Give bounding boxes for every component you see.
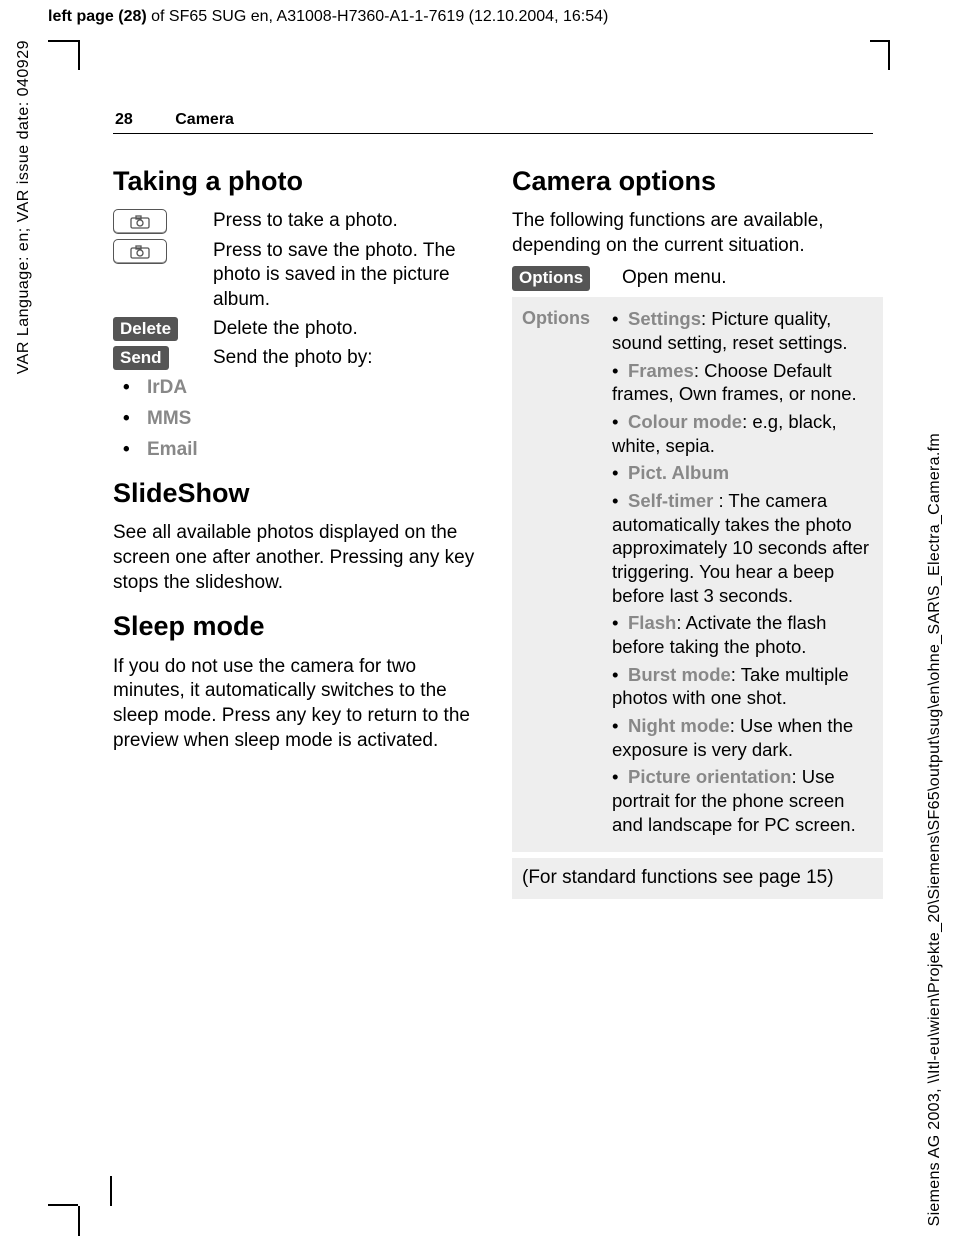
doc-header-bold: left page (28): [48, 8, 147, 25]
page-number: 28: [115, 111, 133, 128]
left-column: Taking a photo Press to take a photo. Pr…: [113, 150, 484, 899]
list-item: Settings: Picture quality, sound setting…: [612, 307, 873, 354]
list-item: Night mode: Use when the exposure is ver…: [612, 714, 873, 761]
crop-mark: [48, 40, 78, 42]
para-options-intro: The following functions are available, d…: [512, 209, 883, 258]
options-list: Settings: Picture quality, sound setting…: [612, 307, 873, 840]
list-item: Self-timer : The camera automatically ta…: [612, 489, 873, 607]
crop-mark: [78, 1206, 80, 1236]
desc-open-menu: Open menu.: [622, 266, 883, 291]
list-item: Colour mode: e.g, black, white, sepia.: [612, 410, 873, 457]
desc-send: Send the photo by:: [213, 346, 484, 371]
softkey-options: Options: [512, 266, 622, 291]
row-send: Send Send the photo by:: [113, 346, 484, 371]
desc-save: Press to save the photo. The photo is sa…: [213, 239, 484, 313]
right-column: Camera options The following functions a…: [512, 150, 883, 899]
crop-mark: [870, 40, 890, 42]
row-open-menu: Options Open menu.: [512, 266, 883, 291]
list-item: MMS: [113, 407, 484, 432]
options-box-label: Options: [522, 307, 612, 840]
list-item: Email: [113, 438, 484, 463]
doc-header-rest: of SF65 SUG en, A31008-H7360-A1-1-7619 (…: [147, 8, 609, 25]
side-text-right: Siemens AG 2003, \\Itl-eu\wien\Projekte_…: [926, 433, 944, 1226]
side-text-left: VAR Language: en; VAR issue date: 040929: [15, 40, 33, 374]
crop-mark: [78, 40, 80, 70]
list-item: IrDA: [113, 376, 484, 401]
para-sleep: If you do not use the camera for two min…: [113, 655, 484, 754]
options-box: Options Settings: Picture quality, sound…: [512, 297, 883, 852]
header-rule: [113, 133, 873, 134]
options-footnote: (For standard functions see page 15): [512, 858, 883, 899]
para-slideshow: See all available photos displayed on th…: [113, 521, 484, 595]
row-take: Press to take a photo.: [113, 209, 484, 235]
section-name: Camera: [175, 111, 234, 128]
camera-key: [113, 239, 213, 265]
heading-sleep: Sleep mode: [113, 609, 484, 644]
softkey-send: Send: [113, 346, 213, 371]
crop-mark: [110, 1176, 112, 1206]
doc-header: left page (28) of SF65 SUG en, A31008-H7…: [48, 8, 608, 26]
list-item: Frames: Choose Default frames, Own frame…: [612, 359, 873, 406]
row-delete: Delete Delete the photo.: [113, 317, 484, 342]
heading-camera-options: Camera options: [512, 164, 883, 199]
list-item: Burst mode: Take multiple photos with on…: [612, 663, 873, 710]
camera-icon: [113, 209, 167, 234]
crop-mark: [888, 40, 890, 70]
running-head: 28 Camera: [115, 111, 234, 129]
list-item: Pict. Album: [612, 461, 873, 485]
list-item: Picture orientation: Use portrait for th…: [612, 765, 873, 836]
heading-slideshow: SlideShow: [113, 476, 484, 511]
row-save: Press to save the photo. The photo is sa…: [113, 239, 484, 313]
heading-taking-photo: Taking a photo: [113, 164, 484, 199]
camera-key: [113, 209, 213, 235]
softkey-delete: Delete: [113, 317, 213, 342]
camera-icon: [113, 239, 167, 264]
desc-delete: Delete the photo.: [213, 317, 484, 342]
content-area: Taking a photo Press to take a photo. Pr…: [113, 150, 883, 899]
send-list: IrDA MMS Email: [113, 376, 484, 462]
crop-mark: [48, 1204, 78, 1206]
list-item: Flash: Activate the flash before taking …: [612, 611, 873, 658]
desc-take: Press to take a photo.: [213, 209, 484, 234]
